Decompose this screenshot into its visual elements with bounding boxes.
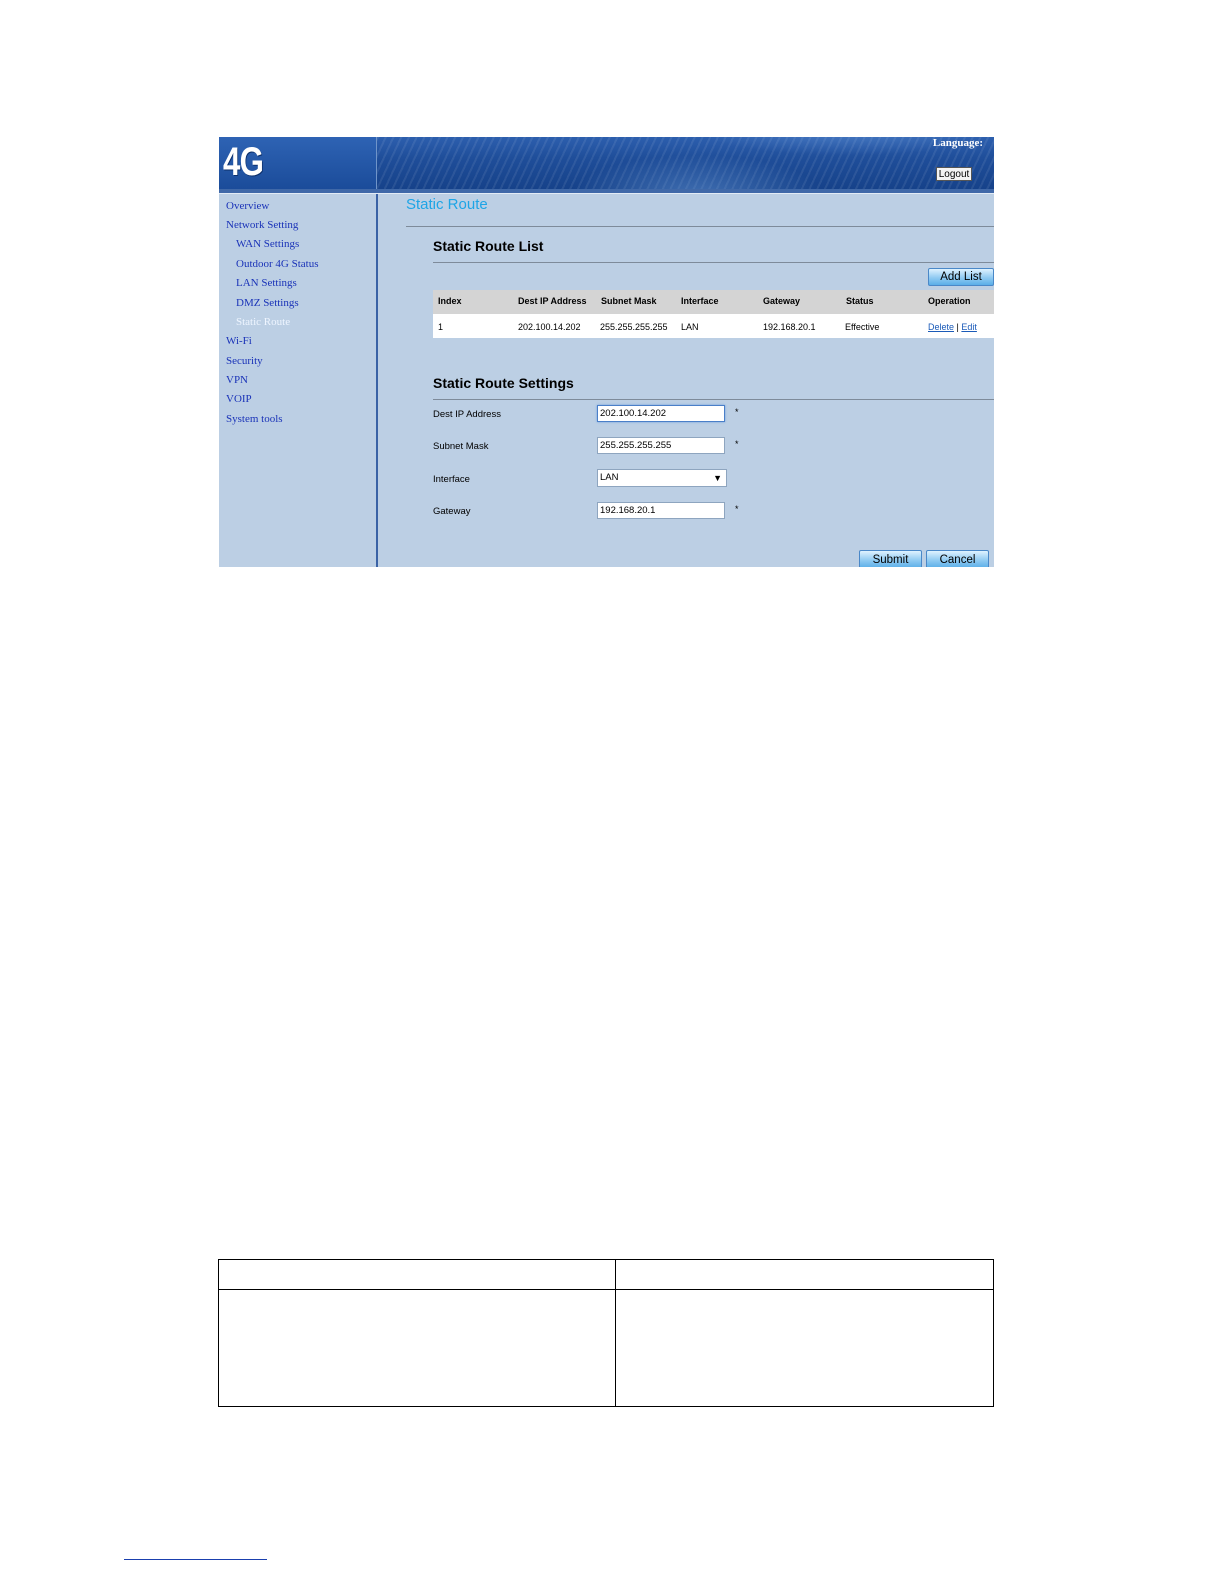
router-ui-screenshot: 4G Router Language: Logout Overview Netw… bbox=[219, 137, 994, 567]
footnote-separator bbox=[124, 1559, 267, 1560]
cell-gateway: 192.168.20.1 bbox=[763, 322, 816, 332]
language-label[interactable]: Language: bbox=[933, 137, 983, 149]
logout-button[interactable]: Logout bbox=[936, 167, 972, 181]
settings-title-divider bbox=[433, 399, 994, 400]
header-banner: 4G Router Language: Logout bbox=[219, 137, 994, 189]
column-header-operation: Operation bbox=[928, 296, 971, 306]
delete-link[interactable]: Delete bbox=[928, 322, 954, 332]
sidebar-item-overview[interactable]: Overview bbox=[226, 200, 269, 212]
cancel-button[interactable]: Cancel bbox=[926, 550, 989, 567]
dropdown-arrow-icon: ▼ bbox=[713, 473, 722, 483]
add-list-button[interactable]: Add List bbox=[928, 268, 994, 286]
table-header-divider bbox=[219, 1289, 993, 1290]
dest-ip-required-mark: * bbox=[735, 407, 739, 417]
header-wave-decoration bbox=[377, 137, 994, 189]
main-content: Static Route Static Route List Add List … bbox=[378, 194, 994, 567]
router-logo: 4G Router bbox=[223, 140, 320, 189]
column-header-dest-ip: Dest IP Address bbox=[518, 296, 587, 306]
column-header-interface: Interface bbox=[681, 296, 719, 306]
column-header-gateway: Gateway bbox=[763, 296, 801, 306]
sidebar-item-voip[interactable]: VOIP bbox=[226, 393, 252, 405]
sidebar-item-outdoor-4g-status[interactable]: Outdoor 4G Status bbox=[236, 258, 319, 270]
table-column-divider bbox=[615, 1260, 616, 1406]
subnet-mask-label: Subnet Mask bbox=[433, 441, 489, 452]
sidebar-item-system-tools[interactable]: System tools bbox=[226, 413, 283, 425]
gateway-label: Gateway bbox=[433, 506, 471, 517]
dest-ip-label: Dest IP Address bbox=[433, 409, 501, 420]
submit-button[interactable]: Submit bbox=[859, 550, 922, 567]
interface-selected-value: LAN bbox=[600, 472, 619, 483]
list-title-divider bbox=[433, 262, 994, 263]
sidebar-item-dmz-settings[interactable]: DMZ Settings bbox=[236, 297, 299, 309]
sidebar-item-vpn[interactable]: VPN bbox=[226, 374, 248, 386]
column-header-subnet-mask: Subnet Mask bbox=[601, 296, 657, 306]
interface-select[interactable]: LAN ▼ bbox=[597, 469, 727, 487]
subnet-mask-input[interactable] bbox=[597, 437, 725, 454]
sidebar-item-wan-settings[interactable]: WAN Settings bbox=[236, 238, 299, 250]
title-divider bbox=[406, 226, 994, 227]
logo-box: 4G Router bbox=[219, 137, 377, 189]
sidebar-item-network-setting[interactable]: Network Setting bbox=[226, 219, 298, 231]
dest-ip-input[interactable] bbox=[597, 405, 725, 422]
sidebar-item-security[interactable]: Security bbox=[226, 355, 263, 367]
page-title: Static Route bbox=[406, 196, 488, 213]
sidebar-item-lan-settings[interactable]: LAN Settings bbox=[236, 277, 297, 289]
cell-operation: Delete | Edit bbox=[928, 322, 977, 332]
column-header-status: Status bbox=[846, 296, 874, 306]
static-route-table: Index Dest IP Address Subnet Mask Interf… bbox=[433, 290, 994, 338]
edit-link[interactable]: Edit bbox=[961, 322, 977, 332]
cell-index: 1 bbox=[438, 322, 444, 332]
operation-separator: | bbox=[956, 322, 959, 332]
column-header-index: Index bbox=[438, 296, 462, 306]
static-route-settings-title: Static Route Settings bbox=[433, 375, 574, 391]
cell-interface: LAN bbox=[681, 322, 699, 332]
cell-subnet-mask: 255.255.255.255 bbox=[600, 322, 668, 332]
sidebar-item-static-route[interactable]: Static Route bbox=[236, 316, 290, 328]
cell-status: Effective bbox=[845, 322, 880, 332]
table-header: Index Dest IP Address Subnet Mask Interf… bbox=[433, 290, 994, 314]
sidebar-item-wifi[interactable]: Wi-Fi bbox=[226, 335, 252, 347]
gateway-input[interactable] bbox=[597, 502, 725, 519]
empty-table bbox=[218, 1259, 994, 1407]
static-route-list-title: Static Route List bbox=[433, 238, 544, 254]
gateway-required-mark: * bbox=[735, 504, 739, 514]
sidebar-nav: Overview Network Setting WAN Settings Ou… bbox=[219, 194, 378, 567]
cell-dest-ip: 202.100.14.202 bbox=[518, 322, 581, 332]
subnet-mask-required-mark: * bbox=[735, 439, 739, 449]
interface-label: Interface bbox=[433, 474, 470, 485]
